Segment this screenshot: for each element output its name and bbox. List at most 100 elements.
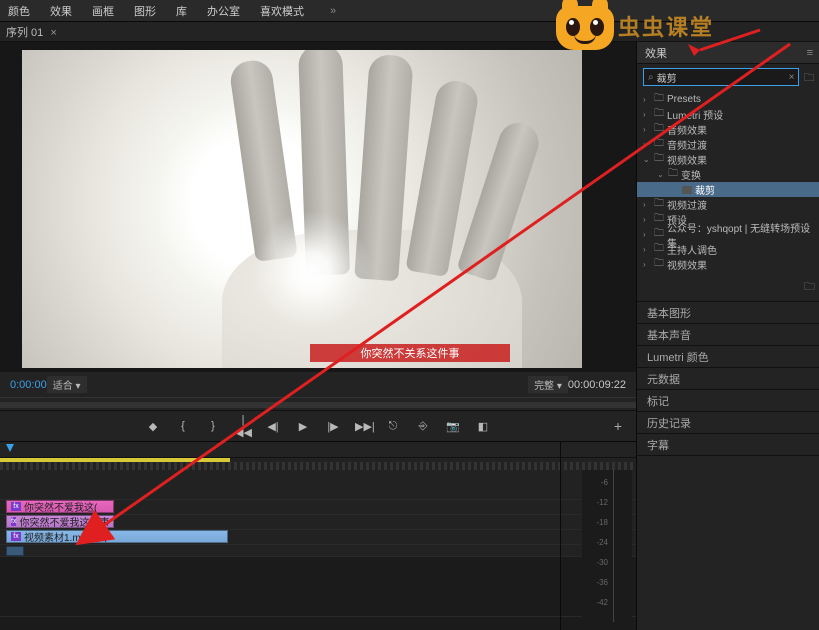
video-track-2[interactable]: fx你突然不爱我这件事 — [0, 515, 636, 530]
tree-arrow-icon: › — [643, 215, 651, 224]
sequence-name: 序列 01 — [6, 27, 43, 39]
menu-item[interactable]: 效果 — [50, 3, 72, 19]
menu-item[interactable]: 颜色 — [8, 3, 30, 19]
panel-markers[interactable]: 标记 — [637, 390, 819, 412]
menu-overflow-icon[interactable]: » — [330, 5, 336, 17]
timeline-ruler[interactable] — [0, 442, 636, 458]
tree-item-label: Presets — [667, 94, 701, 105]
tree-arrow-icon: › — [643, 200, 651, 209]
video-track-1[interactable]: fx视频素材1.mp4 [V] — [0, 530, 636, 545]
menu-item[interactable]: 办公室 — [207, 3, 240, 19]
tree-arrow-icon: › — [643, 125, 651, 134]
clip-v2[interactable]: fx你突然不爱我这件事 — [6, 515, 114, 528]
timeline-panel: fx你突然不爱我这( fx你突然不爱我这件事 fx视频素材1.mp4 [V] -… — [0, 441, 636, 630]
timeline-empty — [0, 557, 636, 617]
bracket-out-icon[interactable]: } — [205, 420, 221, 432]
play-icon[interactable]: ▶ — [295, 420, 311, 433]
tree-arrow-icon: ⌄ — [657, 170, 665, 179]
panel-menu-icon[interactable]: ≡ — [807, 47, 813, 59]
clip-v3[interactable]: fx你突然不爱我这( — [6, 500, 114, 513]
tree-item-label: 变换 — [681, 167, 701, 182]
video-track-spacer — [0, 470, 636, 500]
extract-icon[interactable]: ⎆ — [415, 420, 431, 433]
effects-tree-item[interactable]: ›🗀视频效果 — [637, 257, 819, 272]
work-area-row — [0, 458, 636, 470]
folder-icon[interactable]: 🗀 — [804, 281, 815, 293]
tree-item-label: 音频效果 — [667, 122, 707, 137]
program-monitor-panel: 你突然不关系这件事 — [0, 42, 636, 372]
tree-arrow-icon: › — [643, 140, 651, 149]
effects-search-row: ⌕ × 🗀 — [637, 64, 819, 90]
tree-arrow-icon: › — [643, 260, 651, 269]
close-icon[interactable]: × — [50, 27, 56, 39]
tree-item-label: Lumetri 预设 — [667, 107, 723, 122]
caption-overlay: 你突然不关系这件事 — [310, 344, 510, 362]
effects-tree-item[interactable]: ›🗀视频过渡 — [637, 197, 819, 212]
effects-search-input[interactable] — [657, 72, 789, 83]
compare-icon[interactable]: ◧ — [475, 420, 491, 433]
tree-item-label: 视频过渡 — [667, 197, 707, 212]
monitor-scrubber[interactable] — [0, 397, 636, 411]
effects-tree-item[interactable]: ›🗀Presets — [637, 92, 819, 107]
quality-select[interactable]: 完整 ▾ — [528, 376, 568, 393]
new-bin-icon[interactable]: 🗀 — [803, 69, 814, 85]
tree-item-label: 视频效果 — [667, 257, 707, 272]
clip-v1[interactable]: fx视频素材1.mp4 [V] — [6, 530, 228, 543]
current-timecode[interactable]: 0:00:00 — [10, 379, 47, 391]
step-fwd-icon[interactable]: |▶ — [325, 420, 341, 433]
add-button-icon[interactable]: + — [614, 418, 622, 434]
monitor-time-bar: 0:00:00 适合 ▾ 完整 ▾ 00:00:09:22 — [0, 372, 636, 397]
audio-meter: -6 -12 -18 -24 -30 -36 -42 — [582, 470, 632, 622]
folder-icon: 🗀 — [654, 151, 664, 168]
goto-out-icon[interactable]: ▶▶| — [355, 420, 371, 433]
effects-search-box[interactable]: ⌕ × — [643, 68, 799, 86]
panel-essential-sound[interactable]: 基本声音 — [637, 324, 819, 346]
program-monitor[interactable]: 你突然不关系这件事 — [22, 50, 582, 368]
zoom-fit-select[interactable]: 适合 ▾ — [47, 376, 87, 393]
effect-icon — [682, 186, 692, 194]
lift-icon[interactable]: ⎋ — [385, 420, 401, 433]
step-back-icon[interactable]: ◀| — [265, 420, 281, 433]
menu-item[interactable]: 画框 — [92, 3, 114, 19]
effects-tree-item[interactable]: ›🗀音频过渡 — [637, 137, 819, 152]
mark-in-icon[interactable]: ◆ — [145, 420, 161, 433]
effects-tree: ›🗀Presets›🗀Lumetri 预设›🗀音频效果›🗀音频过渡⌄🗀视频效果⌄… — [637, 90, 819, 274]
duration-timecode: 00:00:09:22 — [568, 379, 626, 391]
watermark-text: 虫虫课堂 — [618, 10, 714, 42]
timeline-tracks[interactable]: fx你突然不爱我这( fx你突然不爱我这件事 fx视频素材1.mp4 [V] — [0, 458, 636, 617]
sequence-tab[interactable]: 序列 01 × — [6, 24, 57, 40]
panel-metadata[interactable]: 元数据 — [637, 368, 819, 390]
audio-track-1[interactable] — [0, 545, 636, 557]
right-panels: 效果 ≡ ⌕ × 🗀 ›🗀Presets›🗀Lumetri 预设›🗀音频效果›🗀… — [636, 42, 819, 630]
bracket-in-icon[interactable]: { — [175, 420, 191, 432]
panel-essential-graphics[interactable]: 基本图形 — [637, 302, 819, 324]
panel-lumetri-color[interactable]: Lumetri 颜色 — [637, 346, 819, 368]
panel-history[interactable]: 历史记录 — [637, 412, 819, 434]
effects-tree-item[interactable]: ⌄🗀变换 — [637, 167, 819, 182]
effects-tree-item[interactable]: ›🗀公众号：yshqopt | 无缝转场预设集 — [637, 227, 819, 242]
effects-panel-tab[interactable]: 效果 ≡ — [637, 42, 819, 64]
menu-item[interactable]: 喜欢模式 — [260, 3, 304, 19]
menu-item[interactable]: 库 — [176, 3, 187, 19]
clear-search-icon[interactable]: × — [789, 72, 795, 83]
goto-in-icon[interactable]: |◀◀ — [235, 414, 251, 439]
effects-tree-item[interactable]: ›🗀Lumetri 预设 — [637, 107, 819, 122]
video-track-3[interactable]: fx你突然不爱我这( — [0, 500, 636, 515]
tree-item-label: 裁剪 — [695, 182, 715, 197]
folder-icon: 🗀 — [654, 256, 664, 273]
effects-tree-item-selected[interactable]: 裁剪 — [637, 182, 819, 197]
export-frame-icon[interactable]: 📷 — [445, 420, 461, 433]
tree-item-label: 音频过渡 — [667, 137, 707, 152]
tree-item-label: 视频效果 — [667, 152, 707, 167]
menu-item[interactable]: 图形 — [134, 3, 156, 19]
effects-tree-item[interactable]: ⌄🗀视频效果 — [637, 152, 819, 167]
transport-controls: ◆ { } |◀◀ ◀| ▶ |▶ ▶▶| ⎋ ⎆ 📷 ◧ + — [0, 411, 636, 441]
video-frame — [22, 50, 582, 368]
panel-captions[interactable]: 字幕 — [637, 434, 819, 456]
clip-a1[interactable] — [6, 546, 24, 556]
tree-arrow-icon: › — [643, 245, 651, 254]
effects-tree-item[interactable]: ›🗀音频效果 — [637, 122, 819, 137]
tree-arrow-icon: › — [643, 230, 651, 239]
watermark-logo — [548, 0, 622, 58]
playhead-icon[interactable] — [6, 444, 14, 452]
